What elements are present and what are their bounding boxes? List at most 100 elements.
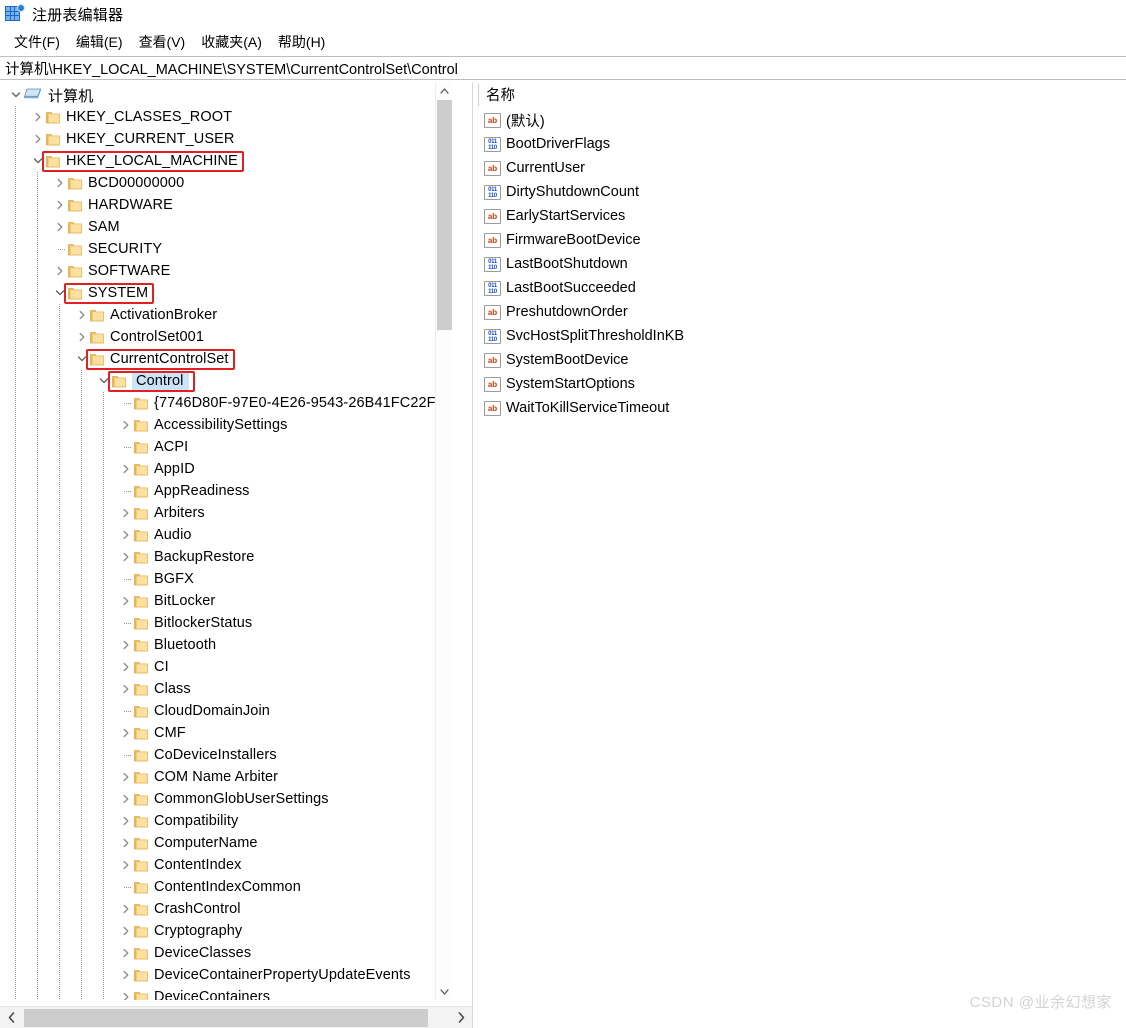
tree-item-acpi[interactable]: ACPI <box>0 436 452 458</box>
tree-item-contentindex[interactable]: ContentIndex <box>0 854 452 876</box>
value-row[interactable]: abWaitToKillServiceTimeout <box>478 396 1126 420</box>
value-row[interactable]: abSystemStartOptions <box>478 372 1126 396</box>
tree-item-backuprestore[interactable]: BackupRestore <box>0 546 452 568</box>
chevron-right-icon[interactable] <box>74 304 90 326</box>
values-column-header[interactable]: 名称 <box>478 82 1126 108</box>
tree-item-cryptography[interactable]: Cryptography <box>0 920 452 942</box>
tree-item-contentindexcommon[interactable]: ContentIndexCommon <box>0 876 452 898</box>
chevron-right-icon[interactable] <box>118 788 134 810</box>
chevron-down-icon[interactable] <box>74 348 90 370</box>
chevron-right-icon[interactable] <box>118 810 134 832</box>
chevron-right-icon[interactable] <box>118 942 134 964</box>
chevron-right-icon[interactable] <box>118 590 134 612</box>
chevron-right-icon[interactable] <box>52 216 68 238</box>
tree-item-devicecontainerpropertyupdateevents[interactable]: DeviceContainerPropertyUpdateEvents <box>0 964 452 986</box>
tree-item-codeviceinstallers[interactable]: CoDeviceInstallers <box>0 744 452 766</box>
tree-horizontal-scrollbar[interactable] <box>0 1006 472 1028</box>
chevron-right-icon[interactable] <box>118 414 134 436</box>
tree-item-compatibility[interactable]: Compatibility <box>0 810 452 832</box>
tree-item-bluetooth[interactable]: Bluetooth <box>0 634 452 656</box>
tree-item-hkey-current-user[interactable]: HKEY_CURRENT_USER <box>0 128 452 150</box>
chevron-right-icon[interactable] <box>118 986 134 1000</box>
value-row[interactable]: abSystemBootDevice <box>478 348 1126 372</box>
chevron-down-icon[interactable] <box>30 150 46 172</box>
tree-item-accessibilitysettings[interactable]: AccessibilitySettings <box>0 414 452 436</box>
value-row[interactable]: 011110BootDriverFlags <box>478 132 1126 156</box>
chevron-right-icon[interactable] <box>52 172 68 194</box>
value-row[interactable]: abFirmwareBootDevice <box>478 228 1126 252</box>
tree-item-clouddomainjoin[interactable]: CloudDomainJoin <box>0 700 452 722</box>
menu-view[interactable]: 查看(V) <box>131 30 194 54</box>
tree-item-deviceclasses[interactable]: DeviceClasses <box>0 942 452 964</box>
tree-horizontal-scroll-thumb[interactable] <box>24 1009 428 1027</box>
chevron-right-icon[interactable] <box>30 106 46 128</box>
tree-item-computername[interactable]: ComputerName <box>0 832 452 854</box>
chevron-right-icon[interactable] <box>118 524 134 546</box>
tree-vertical-scroll-thumb[interactable] <box>437 100 452 330</box>
tree-item-bgfx[interactable]: BGFX <box>0 568 452 590</box>
chevron-right-icon[interactable] <box>118 722 134 744</box>
tree-item-com-name-arbiter[interactable]: COM Name Arbiter <box>0 766 452 788</box>
value-row[interactable]: 011110LastBootSucceeded <box>478 276 1126 300</box>
value-row[interactable]: 011110DirtyShutdownCount <box>478 180 1126 204</box>
chevron-right-icon[interactable] <box>118 502 134 524</box>
tree-item-appreadiness[interactable]: AppReadiness <box>0 480 452 502</box>
chevron-right-icon[interactable] <box>118 832 134 854</box>
chevron-right-icon[interactable] <box>74 326 90 348</box>
scroll-right-icon[interactable] <box>450 1007 472 1028</box>
chevron-down-icon[interactable] <box>52 282 68 304</box>
tree-item-hkey-classes-root[interactable]: HKEY_CLASSES_ROOT <box>0 106 452 128</box>
tree-item-arbiters[interactable]: Arbiters <box>0 502 452 524</box>
tree-item-devicecontainers[interactable]: DeviceContainers <box>0 986 452 1000</box>
chevron-right-icon[interactable] <box>118 964 134 986</box>
tree-item-[interactable]: 计算机 <box>0 84 452 106</box>
tree-item-controlset001[interactable]: ControlSet001 <box>0 326 452 348</box>
chevron-right-icon[interactable] <box>30 128 46 150</box>
tree-item-bitlockerstatus[interactable]: BitlockerStatus <box>0 612 452 634</box>
tree-item-system[interactable]: SYSTEM <box>0 282 452 304</box>
chevron-right-icon[interactable] <box>52 194 68 216</box>
value-row[interactable]: 011110SvcHostSplitThresholdInKB <box>478 324 1126 348</box>
chevron-right-icon[interactable] <box>118 546 134 568</box>
chevron-down-icon[interactable] <box>96 370 112 392</box>
tree-item-activationbroker[interactable]: ActivationBroker <box>0 304 452 326</box>
scroll-left-icon[interactable] <box>0 1007 22 1028</box>
tree-item-hkey-local-machine[interactable]: HKEY_LOCAL_MACHINE <box>0 150 452 172</box>
value-row[interactable]: 011110LastBootShutdown <box>478 252 1126 276</box>
menu-help[interactable]: 帮助(H) <box>270 30 333 54</box>
scroll-up-icon[interactable] <box>436 82 453 99</box>
chevron-right-icon[interactable] <box>118 656 134 678</box>
chevron-right-icon[interactable] <box>118 920 134 942</box>
chevron-right-icon[interactable] <box>118 854 134 876</box>
tree-item-ci[interactable]: CI <box>0 656 452 678</box>
tree-item-commonglobusersettings[interactable]: CommonGlobUserSettings <box>0 788 452 810</box>
tree-item-cmf[interactable]: CMF <box>0 722 452 744</box>
value-row[interactable]: abEarlyStartServices <box>478 204 1126 228</box>
chevron-right-icon[interactable] <box>118 898 134 920</box>
chevron-down-icon[interactable] <box>8 84 24 106</box>
menu-file[interactable]: 文件(F) <box>6 30 68 54</box>
chevron-right-icon[interactable] <box>118 766 134 788</box>
tree-item-security[interactable]: SECURITY <box>0 238 452 260</box>
tree-item-control[interactable]: Control <box>0 370 452 392</box>
menu-edit[interactable]: 编辑(E) <box>68 30 131 54</box>
chevron-right-icon[interactable] <box>52 260 68 282</box>
value-row[interactable]: abCurrentUser <box>478 156 1126 180</box>
tree-item-appid[interactable]: AppID <box>0 458 452 480</box>
address-bar[interactable]: 计算机\HKEY_LOCAL_MACHINE\SYSTEM\CurrentCon… <box>0 56 1126 80</box>
tree-item-sam[interactable]: SAM <box>0 216 452 238</box>
tree-item-bcd00000000[interactable]: BCD00000000 <box>0 172 452 194</box>
value-row[interactable]: abPreshutdownOrder <box>478 300 1126 324</box>
menu-favorites[interactable]: 收藏夹(A) <box>193 30 270 54</box>
tree-item-class[interactable]: Class <box>0 678 452 700</box>
chevron-right-icon[interactable] <box>118 678 134 700</box>
tree-vertical-scrollbar[interactable] <box>435 82 452 1000</box>
chevron-right-icon[interactable] <box>118 458 134 480</box>
tree-item-software[interactable]: SOFTWARE <box>0 260 452 282</box>
tree-item-7746d80f-97e0-4e26-9543-26b41fc22f7[interactable]: {7746D80F-97E0-4E26-9543-26B41FC22F7 <box>0 392 452 414</box>
tree-item-bitlocker[interactable]: BitLocker <box>0 590 452 612</box>
tree-item-audio[interactable]: Audio <box>0 524 452 546</box>
tree-item-crashcontrol[interactable]: CrashControl <box>0 898 452 920</box>
tree-item-currentcontrolset[interactable]: CurrentControlSet <box>0 348 452 370</box>
scroll-down-icon[interactable] <box>436 983 453 1000</box>
